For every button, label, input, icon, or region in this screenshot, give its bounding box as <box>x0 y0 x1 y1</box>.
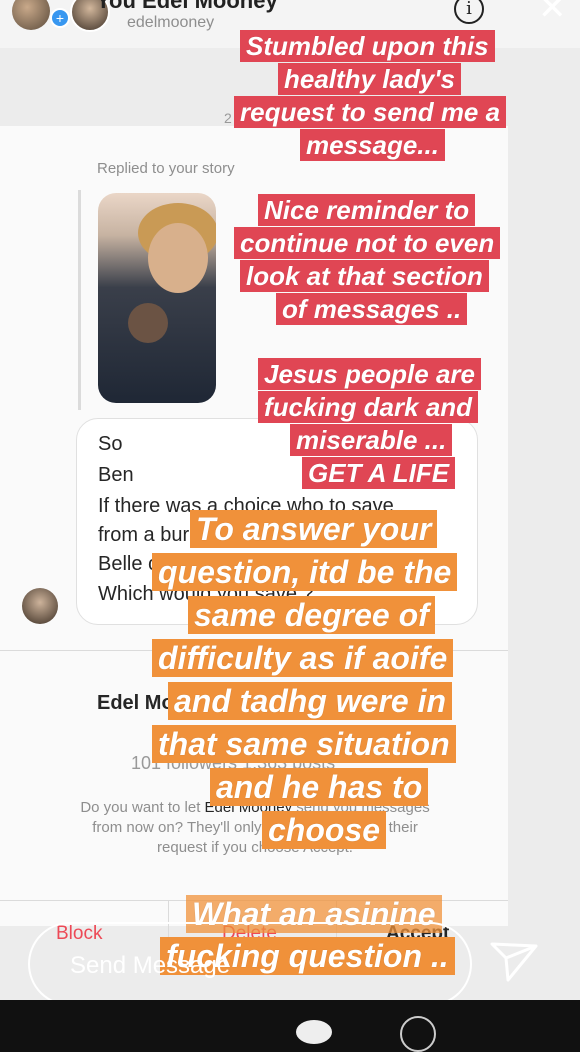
replied-label: Replied to your story <box>97 160 235 177</box>
header-handle: edelmooney <box>127 14 215 31</box>
story-thumbnail[interactable] <box>98 193 216 403</box>
caption-orange: question, itd be the <box>152 553 458 591</box>
caption-red: Stumbled upon this <box>240 30 495 62</box>
caption-red: Jesus people are <box>258 358 481 390</box>
caption-red: look at that section <box>240 260 489 292</box>
message-line: from a bur <box>98 524 190 546</box>
caption-orange: and tadhg were in <box>168 682 453 720</box>
my-avatar[interactable] <box>12 0 50 30</box>
ring-icon[interactable] <box>400 1016 436 1052</box>
caption-orange: same degree of <box>188 596 435 634</box>
caption-red: Nice reminder to <box>258 194 476 226</box>
close-icon[interactable]: ✕ <box>538 0 567 28</box>
info-icon[interactable]: i <box>454 0 484 24</box>
prompt-text: Do you want to let <box>80 799 205 816</box>
sender-name[interactable]: Edel Mo <box>97 692 174 715</box>
caption-red: of messages .. <box>276 293 468 325</box>
message-line: So <box>98 433 123 455</box>
message-line: Ben <box>98 464 134 486</box>
accept-prompt: Do you want to let Edel Mooney send you … <box>40 798 470 858</box>
caption-red: miserable ... <box>290 424 453 456</box>
camera-icon[interactable] <box>296 1020 332 1044</box>
bottom-strip <box>0 1000 580 1032</box>
header-title: You Edel Mooney <box>96 0 278 13</box>
send-message-placeholder: Send Message <box>70 952 231 979</box>
send-message-input[interactable]: Send Message <box>28 922 472 1006</box>
plus-badge-icon: + <box>50 8 70 28</box>
thumb-face <box>148 223 208 293</box>
caption-orange: To answer your <box>190 510 438 548</box>
send-icon[interactable] <box>488 940 540 984</box>
caption-red: healthy lady's <box>278 63 461 95</box>
caption-red: continue not to even <box>234 227 501 259</box>
message-line: Belle c <box>98 553 159 575</box>
caption-orange: that same situation <box>152 725 456 763</box>
caption-orange: and he has to <box>210 768 429 806</box>
caption-orange: choose <box>262 811 387 849</box>
caption-red: request to send me a <box>234 96 507 128</box>
caption-red: message... <box>300 129 445 161</box>
caption-red: GET A LIFE <box>302 457 456 489</box>
message-timestamp: 2 <box>224 110 232 126</box>
story-frame: + You Edel Mooney edelmooney i 2 Replied… <box>0 0 580 1000</box>
caption-red: fucking dark and <box>258 391 479 423</box>
sender-avatar[interactable] <box>22 588 58 624</box>
caption-orange: difficulty as if aoife <box>152 639 454 677</box>
reply-quote-bar <box>78 190 81 410</box>
thumb-baby <box>128 303 168 343</box>
